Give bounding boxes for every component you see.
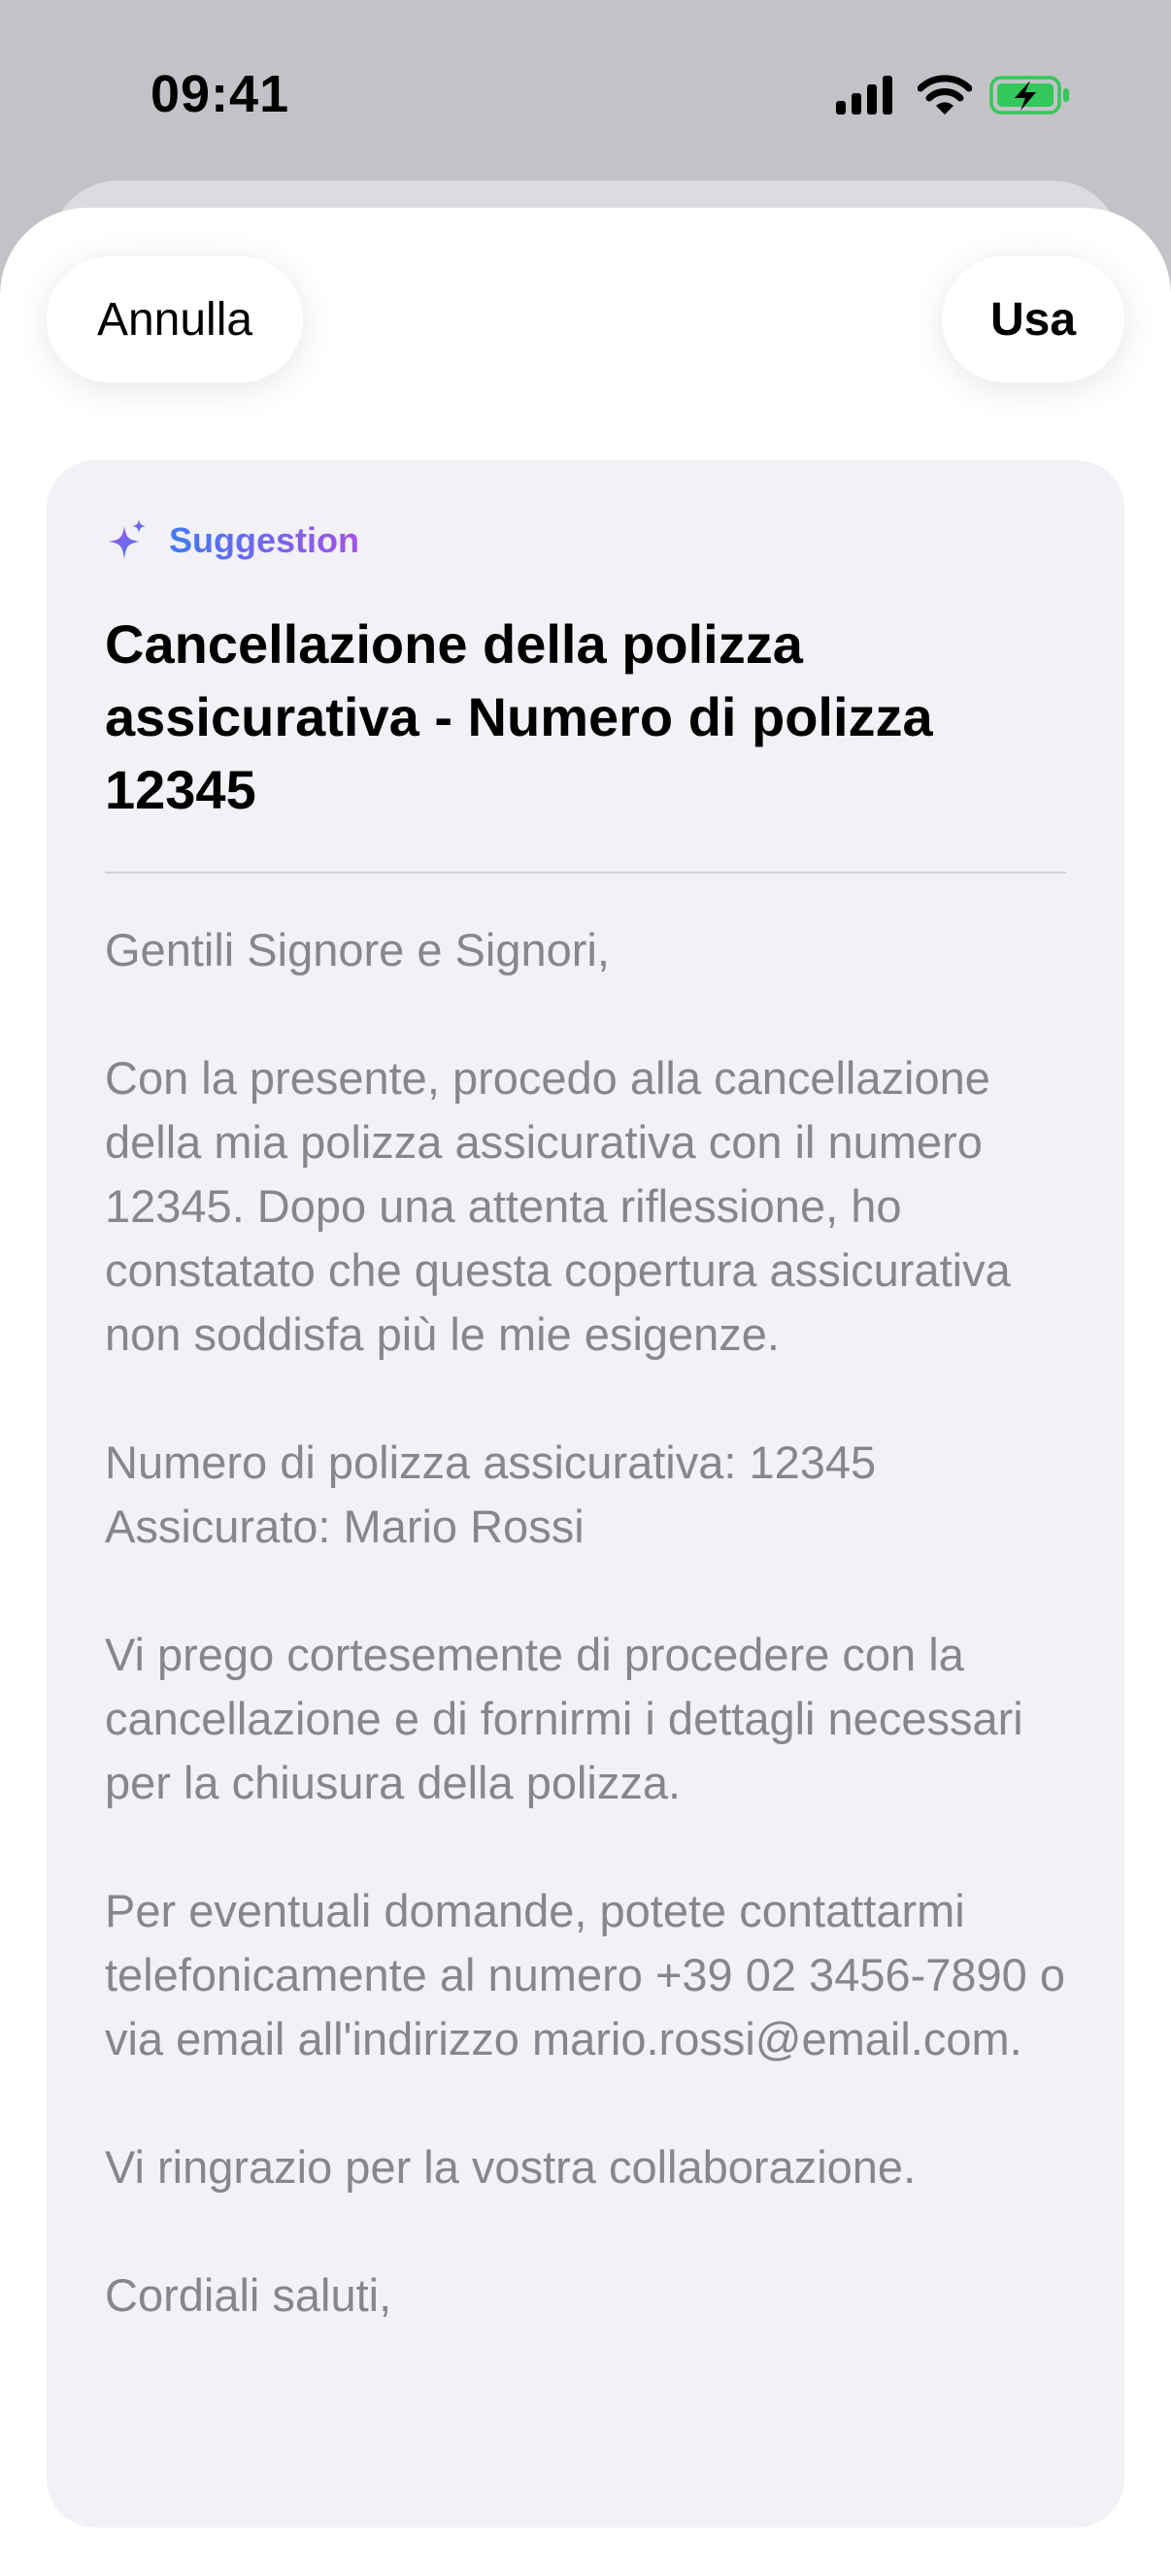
divider xyxy=(105,872,1066,874)
body-paragraph: Cordiali saluti, xyxy=(105,2269,392,2321)
body-paragraph: Numero di polizza assicurativa: 12345 As… xyxy=(105,1437,877,1552)
suggestion-card: Suggestion Cancellazione della polizza a… xyxy=(47,460,1124,2527)
sparkle-icon xyxy=(109,519,146,559)
body-paragraph: Vi prego cortesemente di procedere con l… xyxy=(105,1629,1023,1808)
battery-charging-icon xyxy=(989,76,1069,115)
suggestion-label: Suggestion xyxy=(169,520,359,560)
suggestion-header: Suggestion xyxy=(107,518,359,563)
wifi-icon xyxy=(918,75,972,115)
cellular-signal-icon xyxy=(836,76,892,115)
status-bar: 09:41 xyxy=(0,0,1171,184)
body-paragraph: Vi ringrazio per la vostra collaborazion… xyxy=(105,2141,917,2193)
body-paragraph: Con la presente, procedo alla cancellazi… xyxy=(105,1052,1011,1360)
body-paragraph: Gentili Signore e Signori, xyxy=(105,924,610,975)
status-time: 09:41 xyxy=(151,65,290,123)
body-paragraph: Per eventuali domande, potete contattarm… xyxy=(105,1885,1066,2064)
cancel-button[interactable]: Annulla xyxy=(47,256,303,382)
email-body: Gentili Signore e Signori, Con la presen… xyxy=(105,918,1086,2392)
use-button[interactable]: Usa xyxy=(942,256,1124,382)
email-subject: Cancellazione della polizza assicurativa… xyxy=(105,613,933,820)
